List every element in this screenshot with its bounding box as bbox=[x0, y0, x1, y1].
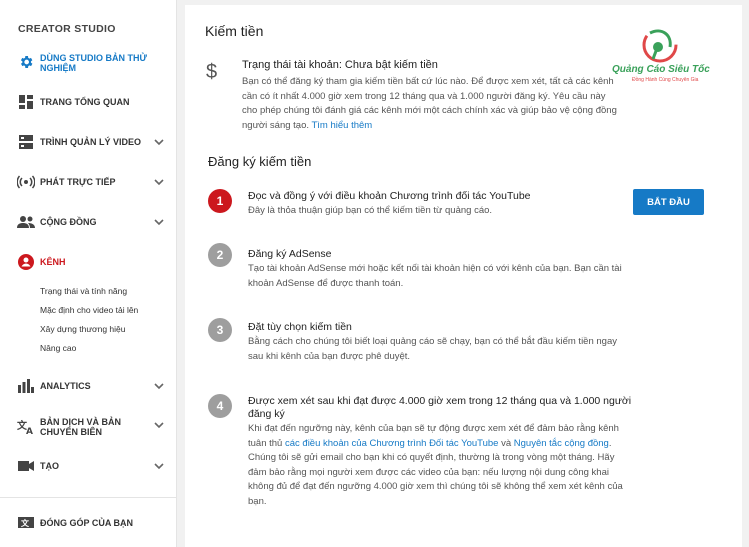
sidebar-item-label: TRÌNH QUẢN LÝ VIDEO bbox=[40, 137, 142, 147]
sidebar-subitem-upload-defaults[interactable]: Mặc định cho video tải lên bbox=[40, 305, 138, 315]
sidebar-item-label: ĐÓNG GÓP CỦA BẠN bbox=[40, 518, 134, 528]
sidebar-item-label: KÊNH bbox=[40, 257, 66, 267]
sidebar-item-label: BẢN DỊCH VÀ BẢN CHUYỂN BIÊN bbox=[40, 417, 121, 437]
page-title: Kiếm tiền bbox=[205, 23, 264, 39]
chevron-down-icon[interactable] bbox=[154, 420, 164, 430]
sidebar-item-label: ANALYTICS bbox=[40, 381, 91, 391]
sidebar-item-translations[interactable]: 文A BẢN DỊCH VÀ BẢN CHUYỂN BIÊN bbox=[0, 416, 177, 440]
chevron-down-icon[interactable] bbox=[154, 177, 164, 187]
sidebar-item-live[interactable]: PHÁT TRỰC TIẾP bbox=[0, 173, 177, 191]
sidebar-item-contribute[interactable]: 文 ĐÓNG GÓP CỦA BẠN bbox=[0, 514, 177, 532]
start-button[interactable]: BẮT ĐẦU bbox=[633, 189, 704, 215]
dollar-icon: $ bbox=[206, 61, 218, 83]
account-status-title: Trạng thái tài khoản: Chưa bật kiếm tiền bbox=[242, 59, 438, 71]
community-guidelines-link[interactable]: Nguyên tắc cộng đồng bbox=[514, 438, 609, 449]
sidebar-item-studio-beta[interactable]: DÙNG STUDIO BẢN THỬ NGHIỆM bbox=[0, 50, 177, 74]
step-number-3: 3 bbox=[208, 318, 232, 342]
step-desc-2: Tạo tài khoản AdSense mới hoặc kết nối t… bbox=[248, 263, 622, 289]
sidebar-subitem-branding[interactable]: Xây dựng thương hiệu bbox=[40, 324, 125, 334]
create-icon bbox=[17, 457, 35, 475]
sidebar-item-label: DÙNG STUDIO BẢN THỬ NGHIỆM bbox=[40, 53, 147, 73]
step-desc-3: Bằng cách cho chúng tôi biết loại quảng … bbox=[248, 336, 617, 362]
sidebar-item-label: TRANG TỔNG QUAN bbox=[40, 97, 130, 107]
analytics-icon bbox=[17, 377, 35, 395]
chevron-down-icon[interactable] bbox=[154, 217, 164, 227]
watermark-name: Quảng Cáo Siêu Tốc bbox=[612, 64, 710, 75]
chevron-down-icon[interactable] bbox=[154, 137, 164, 147]
watermark-tagline: Đồng Hành Cùng Chuyên Gia bbox=[632, 77, 699, 83]
contribute-icon: 文 bbox=[17, 514, 35, 532]
sidebar-item-community[interactable]: CỘNG ĐỒNG bbox=[0, 213, 177, 231]
sidebar-item-label: TẠO bbox=[40, 461, 59, 471]
dashboard-icon bbox=[17, 93, 35, 111]
sidebar-subitem-status-features[interactable]: Trạng thái và tính năng bbox=[40, 286, 127, 296]
step-number-1: 1 bbox=[208, 189, 232, 213]
step-desc-4: Khi đạt đến ngưỡng này, kênh của bạn sẽ … bbox=[248, 423, 623, 507]
sidebar-item-analytics[interactable]: ANALYTICS bbox=[0, 377, 177, 395]
gear-icon bbox=[17, 53, 35, 71]
chevron-down-icon[interactable] bbox=[154, 461, 164, 471]
translate-icon: 文A bbox=[17, 418, 35, 436]
sidebar-title: CREATOR STUDIO bbox=[18, 23, 116, 35]
sidebar-item-create[interactable]: TẠO bbox=[0, 457, 177, 475]
channel-icon bbox=[17, 253, 35, 271]
learn-more-link[interactable]: Tìm hiểu thêm bbox=[311, 120, 372, 131]
live-icon bbox=[17, 173, 35, 191]
community-icon bbox=[17, 213, 35, 231]
step-title-2: Đăng ký AdSense bbox=[248, 248, 332, 260]
sidebar-item-label: PHÁT TRỰC TIẾP bbox=[40, 177, 116, 187]
partner-terms-link[interactable]: các điều khoản của Chương trình Đối tác … bbox=[285, 438, 498, 449]
main-panel: Kiếm tiền Quảng Cáo Siêu Tốc Đồng Hành C… bbox=[185, 5, 742, 547]
step-title-3: Đặt tùy chọn kiếm tiền bbox=[248, 321, 352, 333]
sidebar-item-dashboard[interactable]: TRANG TỔNG QUAN bbox=[0, 93, 177, 111]
svg-text:文: 文 bbox=[21, 518, 30, 528]
step-number-4: 4 bbox=[208, 394, 232, 418]
chevron-down-icon[interactable] bbox=[154, 381, 164, 391]
sidebar-divider bbox=[0, 497, 177, 498]
sidebar-item-video-manager[interactable]: TRÌNH QUẢN LÝ VIDEO bbox=[0, 133, 177, 151]
step-title-4: Được xem xét sau khi đạt được 4.000 giờ … bbox=[248, 395, 632, 420]
account-status-body: Bạn có thể đăng ký tham gia kiếm tiền bấ… bbox=[242, 76, 617, 131]
sidebar-subitem-advanced[interactable]: Nâng cao bbox=[40, 343, 76, 353]
step-number-2: 2 bbox=[208, 243, 232, 267]
sidebar-item-channel[interactable]: KÊNH bbox=[0, 253, 177, 271]
step-desc-1: Đây là thỏa thuận giúp bạn có thể kiếm t… bbox=[248, 205, 493, 216]
video-manager-icon bbox=[17, 133, 35, 151]
sidebar-item-label: CỘNG ĐỒNG bbox=[40, 217, 97, 227]
step-title-1: Đọc và đồng ý với điều khoản Chương trìn… bbox=[248, 190, 531, 202]
signup-section-title: Đăng ký kiếm tiền bbox=[208, 154, 312, 169]
svg-text:A: A bbox=[26, 427, 33, 435]
sidebar: CREATOR STUDIO DÙNG STUDIO BẢN THỬ NGHIỆ… bbox=[0, 0, 177, 547]
